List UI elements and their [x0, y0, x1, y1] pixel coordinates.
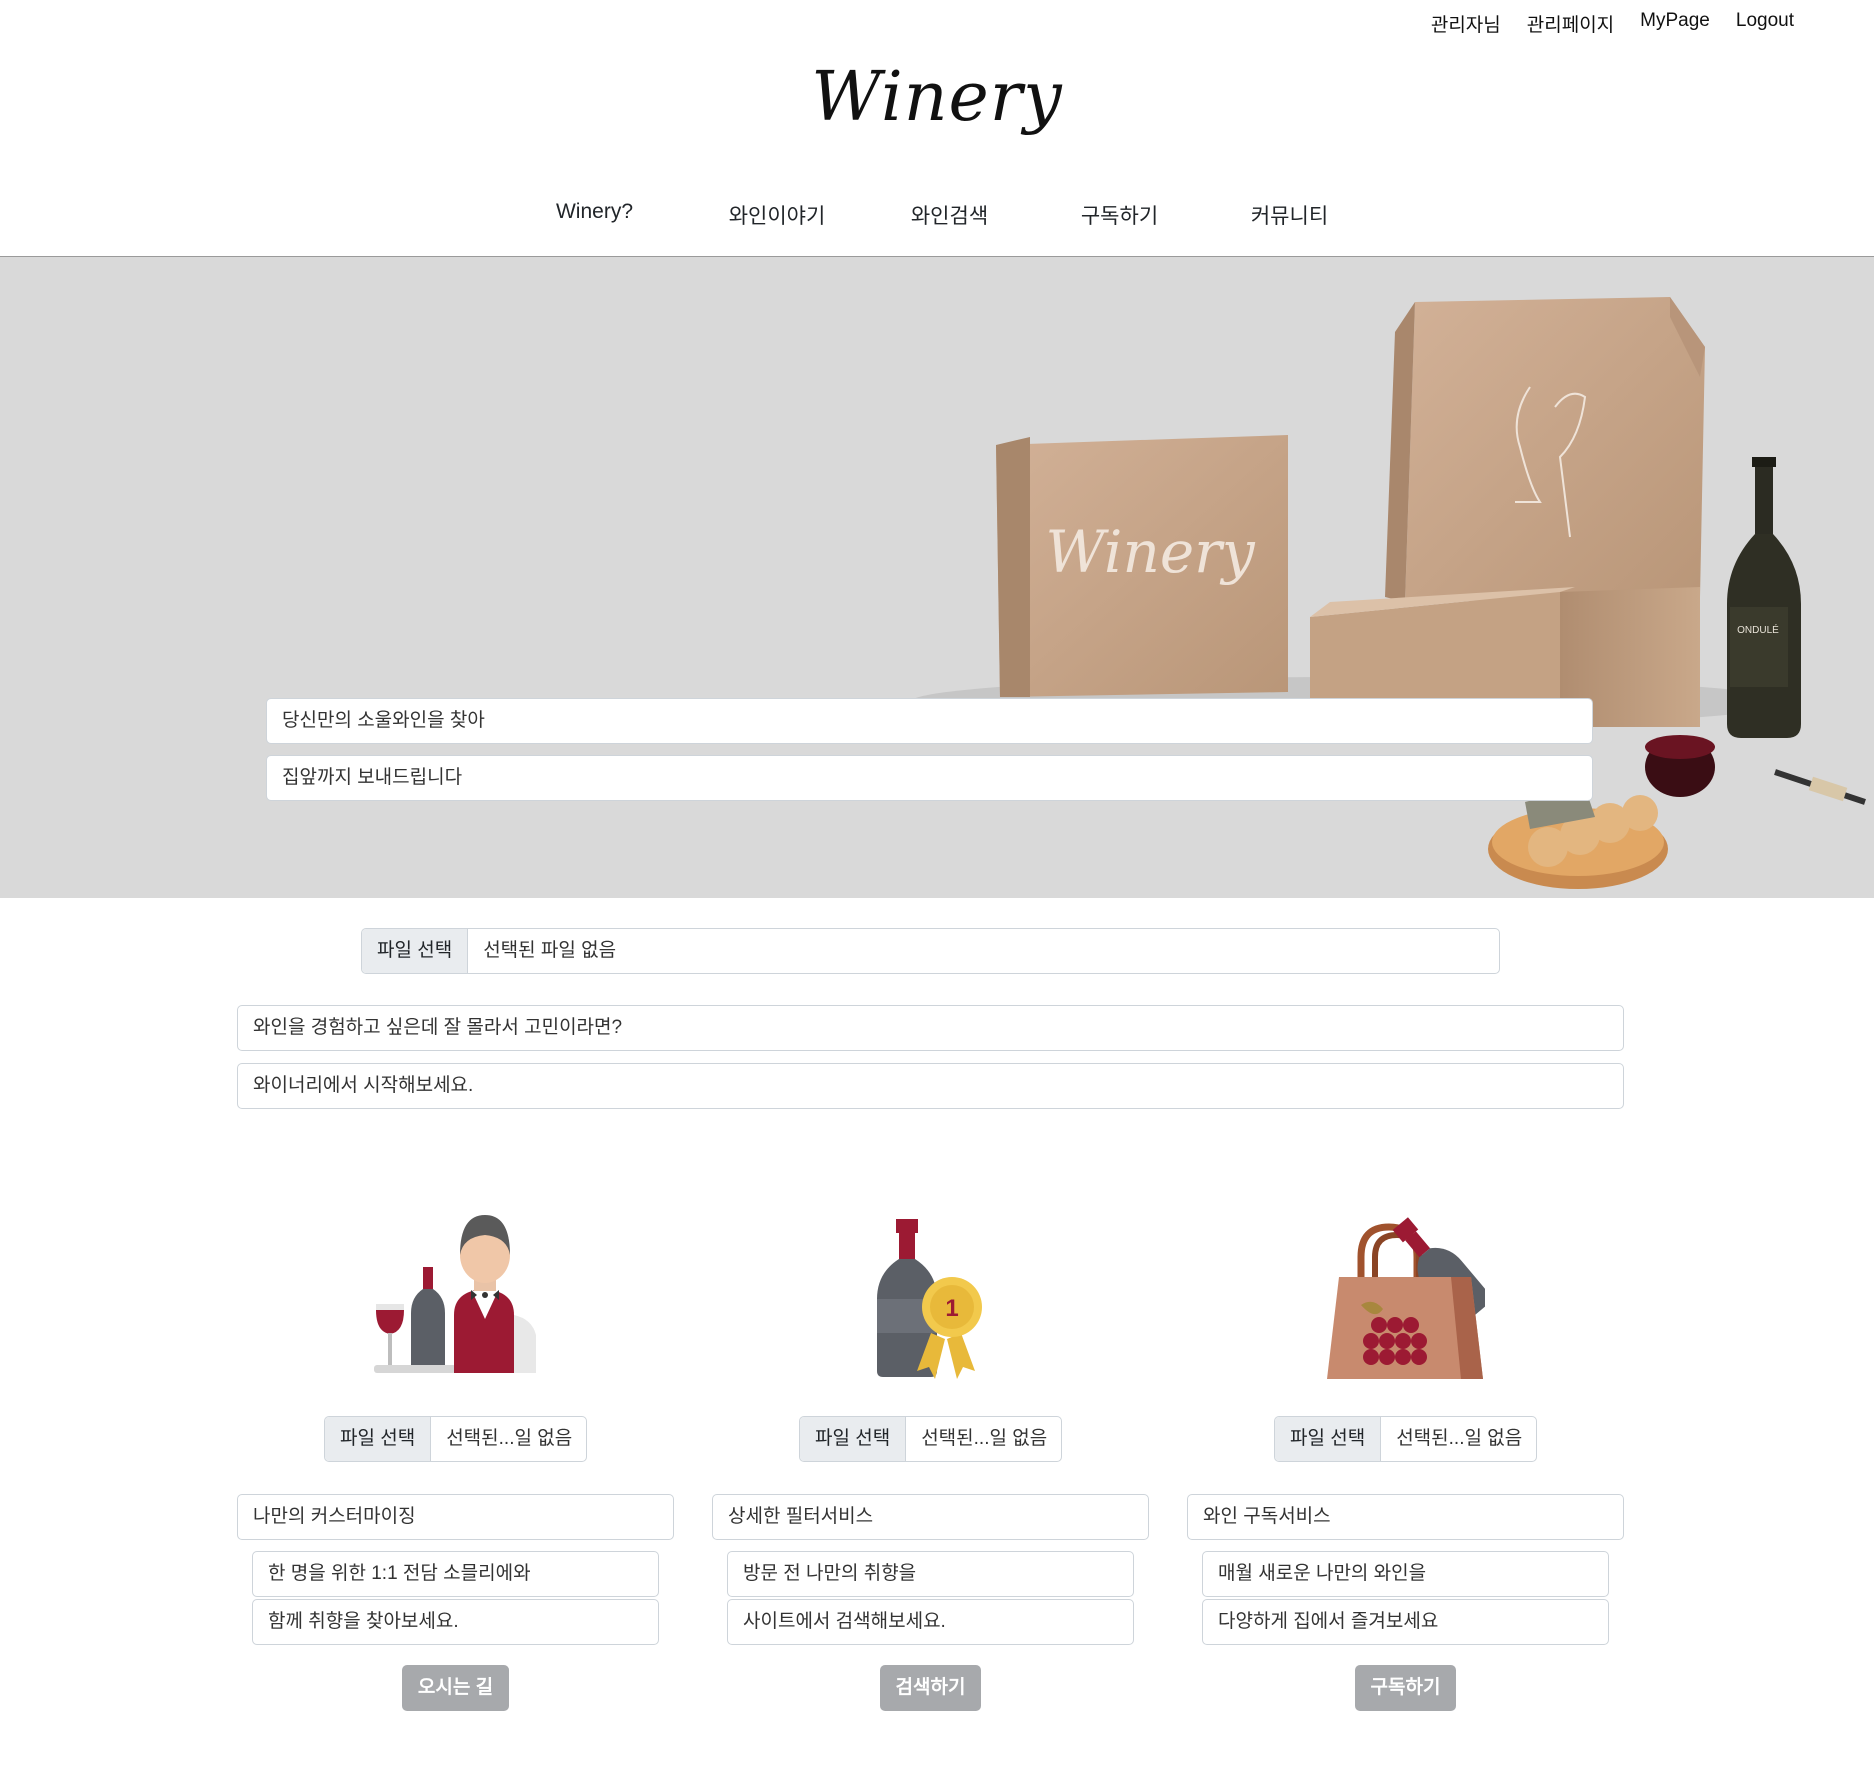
site-logo[interactable]: Winery [0, 58, 1874, 137]
subscribe-button[interactable]: 구독하기 [1355, 1665, 1456, 1711]
search-button[interactable]: 검색하기 [880, 1665, 981, 1711]
directions-button[interactable]: 오시는 길 [402, 1665, 509, 1711]
mypage-link[interactable]: MyPage [1640, 10, 1710, 37]
feature-1-title[interactable]: 나만의 커스터마이징 [237, 1494, 674, 1540]
admin-page-link[interactable]: 관리페이지 [1527, 10, 1614, 37]
feature-2-file-input[interactable]: 파일 선택 선택된...일 없음 [799, 1416, 1062, 1462]
feature-1-desc-1[interactable]: 한 명을 위한 1:1 전담 소믈리에와 [252, 1551, 659, 1597]
feature-1-file-status: 선택된...일 없음 [446, 1428, 573, 1449]
feature-3-file-button[interactable]: 파일 선택 [1275, 1417, 1382, 1461]
intro-question-field[interactable]: 와인을 경험하고 싶은데 잘 몰라서 고민이라면? [237, 1005, 1624, 1051]
feature-2-file-button[interactable]: 파일 선택 [800, 1417, 907, 1461]
hero-product-illustration: Winery ONDULÉ [910, 297, 1866, 889]
bottle-label-text: ONDULÉ [1737, 623, 1779, 636]
nav-item-community[interactable]: 커뮤니티 [1205, 200, 1375, 230]
feature-3-desc-2[interactable]: 다양하게 집에서 즐겨보세요 [1202, 1599, 1609, 1645]
nav-item-subscribe[interactable]: 구독하기 [1035, 200, 1205, 230]
main-file-input[interactable]: 파일 선택 선택된 파일 없음 [361, 928, 1500, 974]
top-utility-bar: 관리자님 관리페이지 MyPage Logout [1431, 10, 1794, 37]
logout-link[interactable]: Logout [1736, 10, 1794, 37]
wine-bag-icon [1327, 1217, 1485, 1379]
nav-item-winery[interactable]: Winery? [500, 200, 690, 230]
feature-3-desc-1[interactable]: 매월 새로운 나만의 와인을 [1202, 1551, 1609, 1597]
feature-3-file-status: 선택된...일 없음 [1396, 1428, 1523, 1449]
hero-banner: Winery ONDULÉ 당신만의 소울와인을 찾아 집앞까지 보내드립니다 [0, 257, 1874, 898]
feature-1-file-button[interactable]: 파일 선택 [325, 1417, 432, 1461]
feature-2-file-status: 선택된...일 없음 [921, 1428, 1048, 1449]
logo-text: Winery [811, 58, 1063, 137]
feature-1-file-input[interactable]: 파일 선택 선택된...일 없음 [324, 1416, 587, 1462]
hero-subline-field[interactable]: 집앞까지 보내드립니다 [266, 755, 1593, 801]
feature-1-desc-2[interactable]: 함께 취향을 찾아보세요. [252, 1599, 659, 1645]
sommelier-icon [374, 1215, 536, 1373]
nav-item-wine-search[interactable]: 와인검색 [865, 200, 1035, 230]
intro-cta-field[interactable]: 와이너리에서 시작해보세요. [237, 1063, 1624, 1109]
main-nav: Winery? 와인이야기 와인검색 구독하기 커뮤니티 [0, 200, 1874, 230]
feature-3-title[interactable]: 와인 구독서비스 [1187, 1494, 1624, 1540]
svg-text:1: 1 [945, 1295, 958, 1322]
file-status-text: 선택된 파일 없음 [483, 940, 617, 961]
hero-headline-field[interactable]: 당신만의 소울와인을 찾아 [266, 698, 1593, 744]
box-print-text: Winery [1045, 518, 1256, 586]
feature-2-desc-2[interactable]: 사이트에서 검색해보세요. [727, 1599, 1134, 1645]
feature-2-desc-1[interactable]: 방문 전 나만의 취향을 [727, 1551, 1134, 1597]
user-greeting: 관리자님 [1430, 15, 1501, 36]
award-wine-icon: 1 [877, 1219, 982, 1379]
feature-3-file-input[interactable]: 파일 선택 선택된...일 없음 [1274, 1416, 1537, 1462]
feature-2-title[interactable]: 상세한 필터서비스 [712, 1494, 1149, 1540]
file-select-button[interactable]: 파일 선택 [362, 929, 469, 973]
nav-item-wine-story[interactable]: 와인이야기 [690, 200, 865, 230]
